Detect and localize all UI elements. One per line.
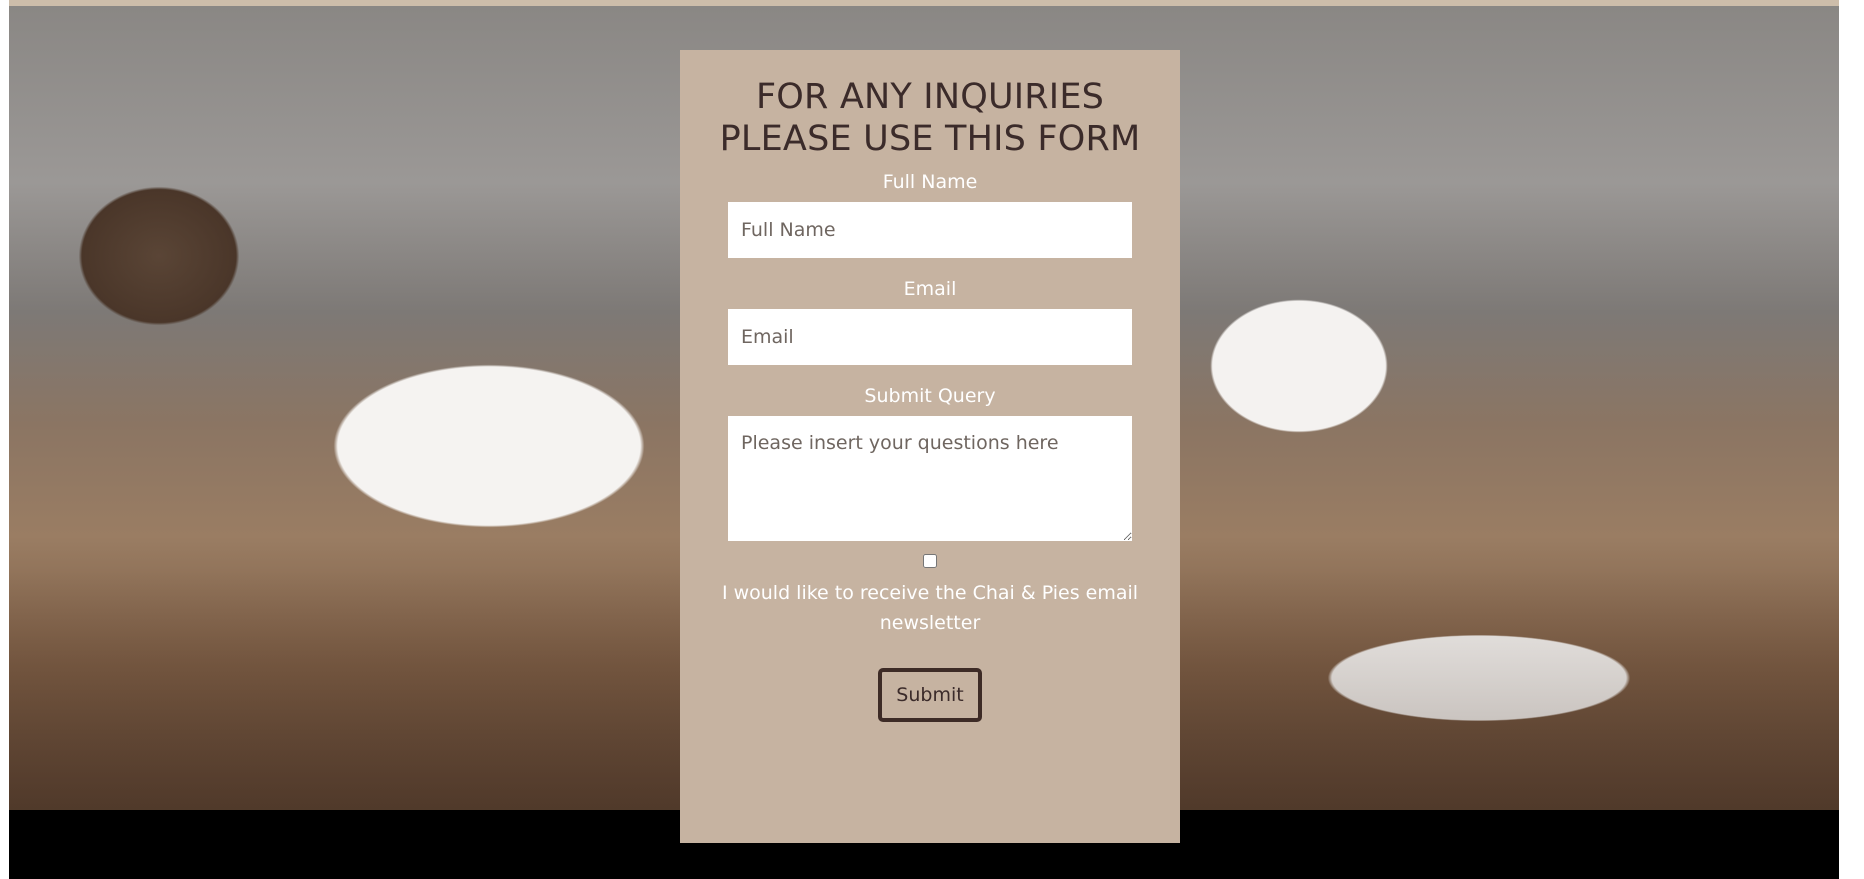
newsletter-label: I would like to receive the Chai & Pies …: [721, 582, 1139, 634]
submit-button[interactable]: Submit: [878, 668, 982, 722]
email-input[interactable]: [728, 309, 1132, 365]
query-label: Submit Query: [864, 385, 996, 407]
form-title-line1: FOR ANY INQUIRIES: [755, 77, 1105, 117]
inquiry-form: FOR ANY INQUIRIES PLEASE USE THIS FORM F…: [680, 50, 1180, 843]
full-name-label: Full Name: [882, 171, 978, 193]
email-label: Email: [903, 278, 957, 300]
query-textarea[interactable]: [728, 416, 1132, 541]
page-edge: [1839, 0, 1864, 879]
newsletter-checkbox-row: [680, 553, 1180, 572]
form-title-line2: PLEASE USE THIS FORM: [719, 119, 1141, 159]
form-title: FOR ANY INQUIRIES PLEASE USE THIS FORM: [680, 76, 1180, 160]
newsletter-checkbox[interactable]: [923, 554, 937, 568]
full-name-input[interactable]: [728, 202, 1132, 258]
